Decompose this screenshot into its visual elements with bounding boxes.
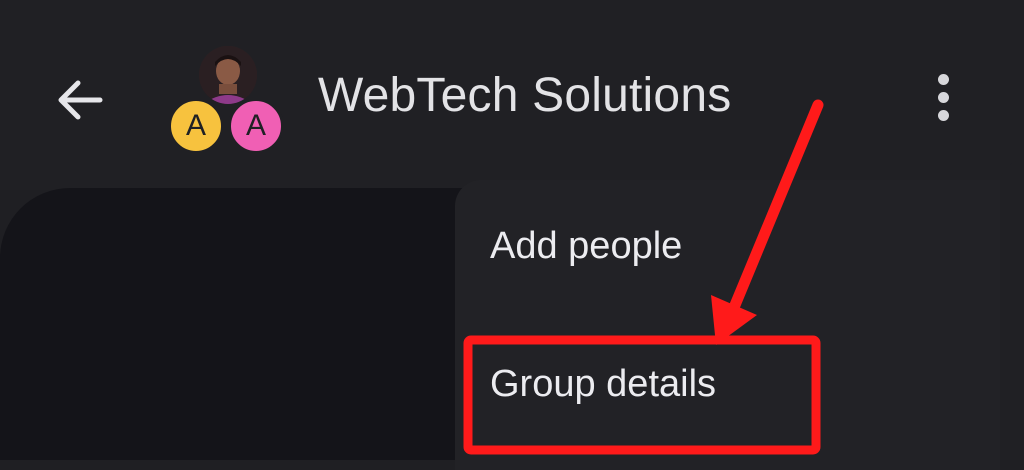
content-edge <box>1000 160 1024 460</box>
more-options-button[interactable] <box>925 68 965 128</box>
arrow-left-icon <box>58 80 103 120</box>
more-vertical-icon <box>938 74 949 85</box>
menu-item-group-details[interactable]: Group details <box>490 363 716 406</box>
overflow-menu: Add people Group details <box>455 180 1000 470</box>
menu-item-add-people[interactable]: Add people <box>490 225 682 268</box>
group-avatar-stack[interactable]: A A <box>168 46 288 158</box>
avatar-letter: A <box>228 98 284 154</box>
person-photo-icon <box>199 46 257 104</box>
avatar-photo <box>199 46 257 104</box>
more-dot <box>938 110 949 121</box>
back-button[interactable] <box>50 70 110 130</box>
conversation-title[interactable]: WebTech Solutions <box>318 68 731 123</box>
more-dot <box>938 92 949 103</box>
avatar-letter: A <box>168 98 224 154</box>
app-bar: A A WebTech Solutions <box>0 0 1024 190</box>
